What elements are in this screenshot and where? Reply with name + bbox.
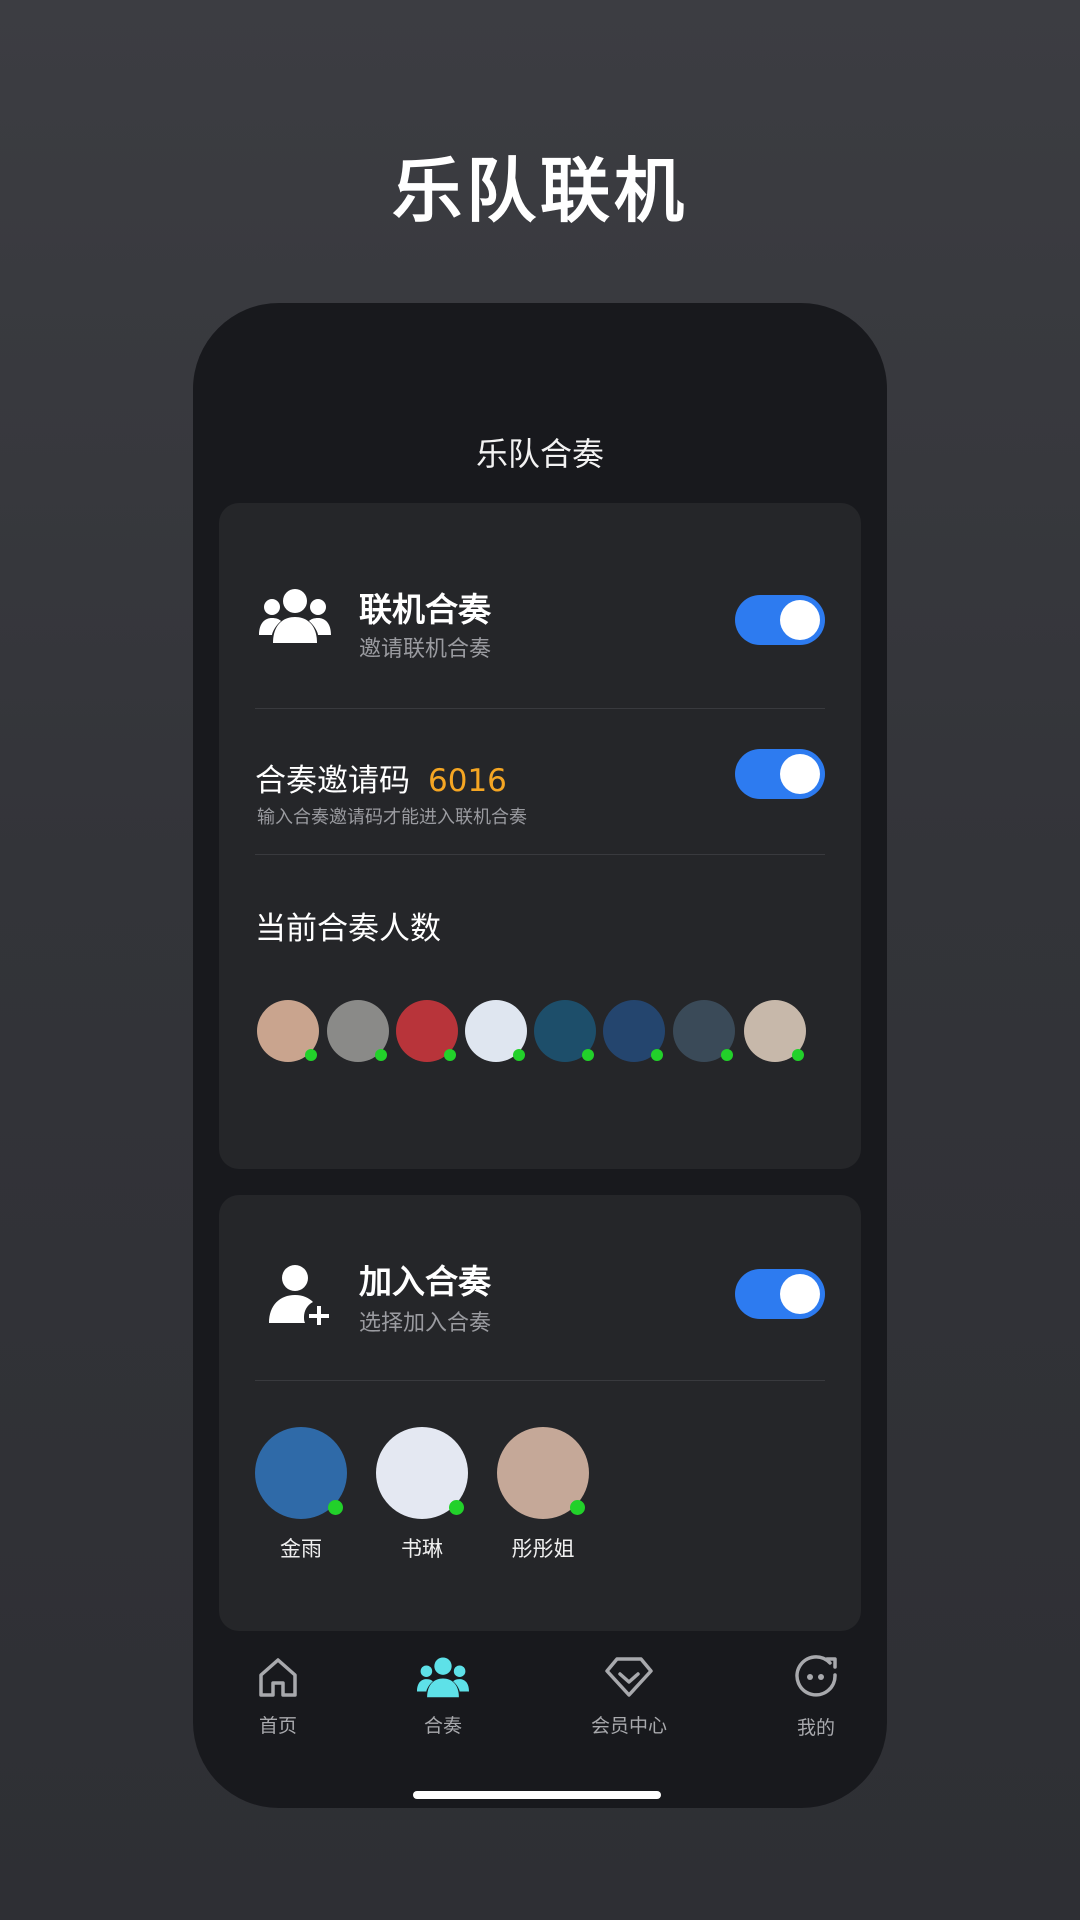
tab-label: 合奏 [423, 1715, 462, 1737]
divider [255, 854, 825, 855]
online-ensemble-title: 联机合奏 [359, 590, 491, 629]
screen-title: 乐队合奏 [475, 435, 604, 473]
invite-code-toggle[interactable] [735, 749, 825, 799]
tab-mine[interactable]: 我的 [746, 1655, 886, 1740]
page-headline: 乐队联机 [392, 150, 688, 232]
group-icon [259, 585, 331, 649]
online-dot [721, 1049, 733, 1061]
join-ensemble-toggle[interactable] [735, 1269, 825, 1319]
face-icon [746, 1655, 886, 1705]
online-dot [449, 1500, 464, 1515]
online-dot [444, 1049, 456, 1061]
join-ensemble-title: 加入合奏 [359, 1262, 491, 1301]
bottom-tab-bar: 首页 合奏 会员中心 我的 [193, 1655, 887, 1765]
invite-code-label: 合奏邀请码 [255, 763, 410, 799]
online-dot [375, 1049, 387, 1061]
avatar[interactable] [465, 1000, 527, 1062]
phone-frame: 乐队合奏 联机合奏 邀请联机合奏 合奏邀请码 6016 输入合奏邀请码才能进入联机… [193, 303, 887, 1808]
avatar[interactable] [327, 1000, 389, 1062]
current-members-avatars [257, 1000, 827, 1064]
tab-home[interactable]: 首页 [208, 1655, 348, 1738]
add-user-icon [267, 1263, 331, 1329]
home-indicator[interactable] [413, 1791, 661, 1799]
tab-vip[interactable]: 会员中心 [559, 1655, 699, 1738]
vip-icon [559, 1655, 699, 1703]
online-dot [570, 1500, 585, 1515]
avatar[interactable] [534, 1000, 596, 1062]
tab-label: 首页 [258, 1715, 297, 1737]
avatar[interactable] [257, 1000, 319, 1062]
current-count-label: 当前合奏人数 [255, 911, 441, 947]
online-dot [651, 1049, 663, 1061]
online-ensemble-card: 联机合奏 邀请联机合奏 合奏邀请码 6016 输入合奏邀请码才能进入联机合奏 当前… [219, 503, 861, 1169]
online-dot [792, 1049, 804, 1061]
toggle-knob [780, 600, 820, 640]
avatar[interactable] [673, 1000, 735, 1062]
online-dot [328, 1500, 343, 1515]
avatar[interactable] [396, 1000, 458, 1062]
divider [255, 1380, 825, 1381]
home-icon [208, 1655, 348, 1703]
member-name: 书琳 [401, 1537, 443, 1561]
people-icon [373, 1655, 513, 1703]
avatar [497, 1427, 589, 1519]
invite-code-row: 合奏邀请码 6016 [255, 755, 507, 800]
avatar [255, 1427, 347, 1519]
member-name: 彤彤姐 [511, 1537, 575, 1561]
toggle-knob [780, 754, 820, 794]
online-dot [305, 1049, 317, 1061]
tab-label: 我的 [796, 1717, 835, 1739]
toggle-knob [780, 1274, 820, 1314]
tab-ensemble[interactable]: 合奏 [373, 1655, 513, 1738]
join-ensemble-card: 加入合奏 选择加入合奏 金雨 书琳 彤彤姐 [219, 1195, 861, 1631]
tab-label: 会员中心 [590, 1715, 667, 1737]
member-name: 金雨 [280, 1537, 322, 1561]
online-dot [513, 1049, 525, 1061]
invite-code-hint: 输入合奏邀请码才能进入联机合奏 [257, 807, 527, 828]
divider [255, 708, 825, 709]
avatar[interactable] [744, 1000, 806, 1062]
online-ensemble-subtitle: 邀请联机合奏 [359, 637, 492, 662]
invite-code-value: 6016 [428, 763, 507, 799]
online-dot [582, 1049, 594, 1061]
avatar [376, 1427, 468, 1519]
avatar[interactable] [603, 1000, 665, 1062]
online-ensemble-toggle[interactable] [735, 595, 825, 645]
join-ensemble-subtitle: 选择加入合奏 [359, 1311, 492, 1336]
